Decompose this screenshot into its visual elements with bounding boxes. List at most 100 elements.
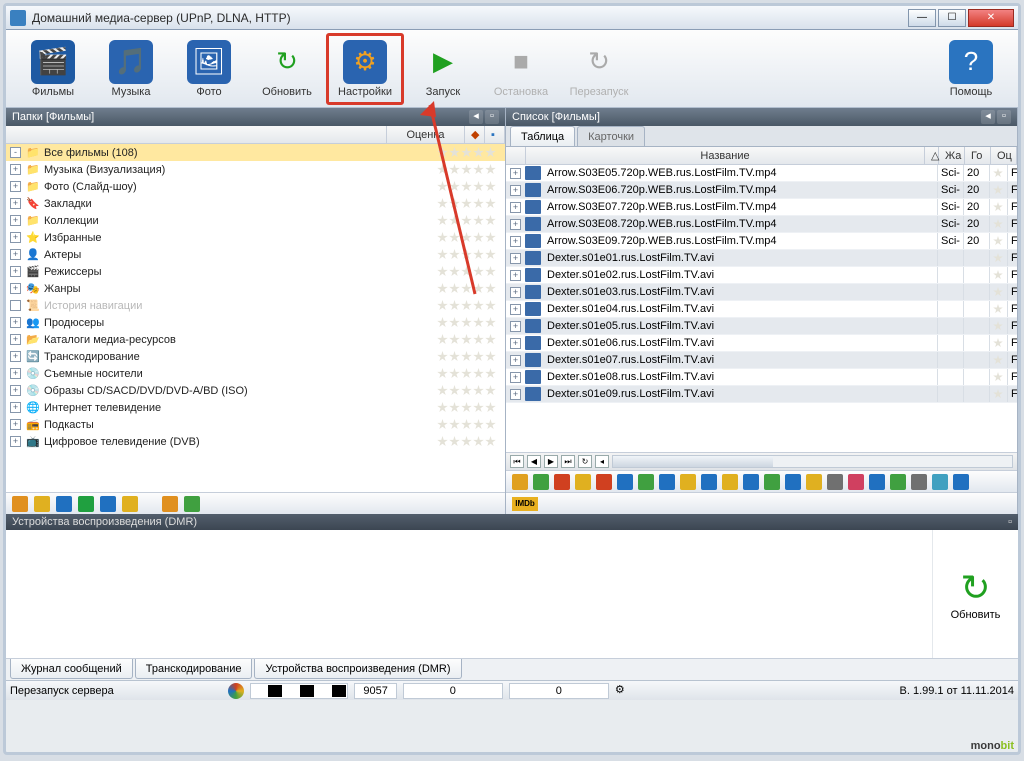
start-button[interactable]: ▶Запуск [404, 33, 482, 105]
tree-item[interactable]: + 📁 Коллекции [6, 212, 505, 229]
expand-icon[interactable]: + [510, 202, 521, 213]
expand-icon[interactable]: + [510, 338, 521, 349]
pin-icon[interactable]: ▫ [485, 110, 499, 124]
tree-item[interactable]: + 👥 Продюсеры [6, 314, 505, 331]
collapse-icon[interactable]: ◂ [469, 110, 483, 124]
nav-first[interactable]: ⏮ [510, 455, 524, 468]
rating-stars[interactable] [437, 385, 505, 396]
rating-column[interactable]: Оценка [387, 126, 465, 143]
expand-icon[interactable]: + [510, 253, 521, 264]
nav-last[interactable]: ⏭ [561, 455, 575, 468]
tab-dmr[interactable]: Устройства воспроизведения (DMR) [254, 659, 461, 679]
action-icon[interactable] [806, 474, 822, 490]
list-row[interactable]: + Dexter.s01e07.rus.LostFilm.TV.avi F [506, 352, 1017, 369]
expand-icon[interactable]: + [10, 198, 21, 209]
music-button[interactable]: 🎵Музыка [92, 33, 170, 105]
tab-table[interactable]: Таблица [510, 126, 575, 146]
tree-item[interactable]: + 🔄 Транскодирование [6, 348, 505, 365]
list-row[interactable]: + Arrow.S03E09.720p.WEB.rus.LostFilm.TV.… [506, 233, 1017, 250]
help-button[interactable]: ?Помощь [932, 33, 1010, 105]
rating-stars[interactable] [437, 317, 505, 328]
action-icon[interactable] [122, 496, 138, 512]
tab-log[interactable]: Журнал сообщений [10, 659, 133, 679]
list-row[interactable]: + Arrow.S03E07.720p.WEB.rus.LostFilm.TV.… [506, 199, 1017, 216]
rating-cell[interactable] [989, 301, 1007, 317]
nav-prev[interactable]: ◀ [527, 455, 541, 468]
list-row[interactable]: + Dexter.s01e08.rus.LostFilm.TV.avi F [506, 369, 1017, 386]
action-icon[interactable] [638, 474, 654, 490]
name-column[interactable]: Название [526, 147, 925, 164]
action-icon[interactable] [743, 474, 759, 490]
maximize-button[interactable]: ☐ [938, 9, 966, 27]
rating-stars[interactable] [437, 334, 505, 345]
action-icon[interactable] [680, 474, 696, 490]
tree-item[interactable]: 📜 История навигации [6, 297, 505, 314]
expand-icon[interactable]: + [10, 215, 21, 226]
rating-stars[interactable] [437, 300, 505, 311]
genre-column[interactable]: Жа [939, 147, 965, 164]
action-icon[interactable] [617, 474, 633, 490]
rating-stars[interactable] [437, 283, 505, 294]
restart-button[interactable]: ↻Перезапуск [560, 33, 638, 105]
action-icon[interactable] [12, 496, 28, 512]
action-icon[interactable] [701, 474, 717, 490]
expand-icon[interactable]: + [510, 389, 521, 400]
action-icon[interactable] [848, 474, 864, 490]
rating-stars[interactable] [437, 402, 505, 413]
action-icon[interactable] [869, 474, 885, 490]
photo-button[interactable]: 🖼Фото [170, 33, 248, 105]
expand-icon[interactable]: + [510, 304, 521, 315]
rating-stars[interactable] [437, 198, 505, 209]
tree-item[interactable]: + 🎭 Жанры [6, 280, 505, 297]
tab-transcode[interactable]: Транскодирование [135, 659, 253, 679]
tab-cards[interactable]: Карточки [577, 126, 645, 146]
expand-icon[interactable]: + [10, 385, 21, 396]
expand-icon[interactable]: + [10, 419, 21, 430]
color-wheel-icon[interactable] [228, 683, 244, 699]
list-row[interactable]: + Arrow.S03E08.720p.WEB.rus.LostFilm.TV.… [506, 216, 1017, 233]
rating-stars[interactable] [437, 419, 505, 430]
expand-icon[interactable]: + [10, 249, 21, 260]
rating-stars[interactable] [437, 147, 505, 158]
rating-cell[interactable] [989, 233, 1007, 249]
tree-item[interactable]: + 🔖 Закладки [6, 195, 505, 212]
list-row[interactable]: + Dexter.s01e03.rus.LostFilm.TV.avi F [506, 284, 1017, 301]
rating-stars[interactable] [437, 164, 505, 175]
action-icon[interactable] [785, 474, 801, 490]
tree-item[interactable]: + 📁 Музыка (Визуализация) [6, 161, 505, 178]
expand-icon[interactable] [10, 300, 21, 311]
rating-cell[interactable] [989, 318, 1007, 334]
rating-cell[interactable] [989, 165, 1007, 181]
expand-icon[interactable]: + [10, 334, 21, 345]
expand-icon[interactable]: + [510, 270, 521, 281]
action-icon[interactable] [722, 474, 738, 490]
tree-item[interactable]: + 📂 Каталоги медиа-ресурсов [6, 331, 505, 348]
expand-icon[interactable]: + [10, 266, 21, 277]
expand-icon[interactable]: + [10, 368, 21, 379]
settings-button[interactable]: ⚙Настройки [326, 33, 404, 105]
tree-item[interactable]: + 👤 Актеры [6, 246, 505, 263]
dmr-refresh-panel[interactable]: ↻ Обновить [932, 530, 1018, 658]
expand-icon[interactable]: + [510, 185, 521, 196]
rating-cell[interactable] [989, 216, 1007, 232]
expand-icon[interactable]: + [10, 436, 21, 447]
action-icon[interactable] [184, 496, 200, 512]
stop-button[interactable]: ■Остановка [482, 33, 560, 105]
action-icon[interactable] [890, 474, 906, 490]
list-row[interactable]: + Dexter.s01e05.rus.LostFilm.TV.avi F [506, 318, 1017, 335]
pin-icon[interactable]: ▫ [997, 110, 1011, 124]
action-icon[interactable] [34, 496, 50, 512]
rating-cell[interactable] [989, 182, 1007, 198]
tree-item[interactable]: + 📻 Подкасты [6, 416, 505, 433]
h-scrollbar[interactable] [612, 455, 1013, 468]
pin-icon[interactable]: ▫ [1008, 516, 1012, 528]
list-row[interactable]: + Dexter.s01e01.rus.LostFilm.TV.avi F [506, 250, 1017, 267]
folder-tree[interactable]: - 📁 Все фильмы (108) + 📁 Музыка (Визуали… [6, 144, 505, 492]
action-icon[interactable] [911, 474, 927, 490]
tree-item[interactable]: + 📁 Фото (Слайд-шоу) [6, 178, 505, 195]
rating-cell[interactable] [989, 199, 1007, 215]
delete-icon[interactable] [554, 474, 570, 490]
action-icon[interactable] [764, 474, 780, 490]
expand-icon[interactable]: - [10, 147, 21, 158]
expand-icon[interactable]: + [10, 402, 21, 413]
